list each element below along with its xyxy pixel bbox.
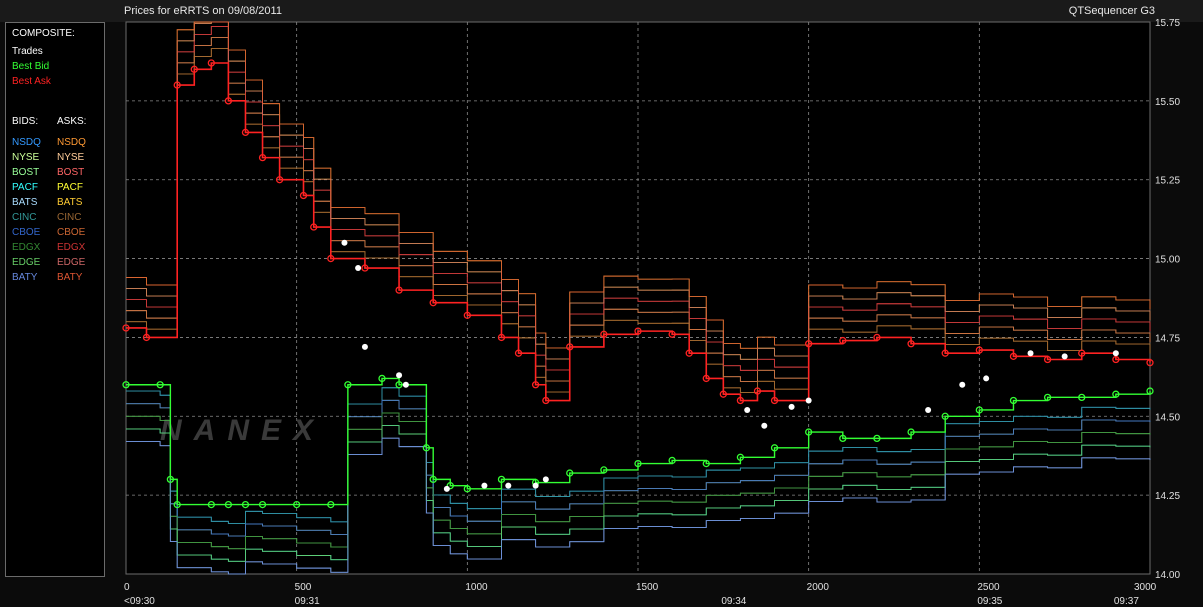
y-tick-label: 15.50	[1155, 97, 1180, 108]
trade-point	[1027, 350, 1034, 357]
trade-point	[532, 482, 539, 489]
trade-point	[341, 239, 348, 246]
trade-point	[761, 422, 768, 429]
trade-point	[959, 381, 966, 388]
trade-point	[542, 476, 549, 483]
x-tick-label: 500	[295, 582, 312, 593]
trade-point	[925, 406, 932, 413]
trade-point	[744, 406, 751, 413]
y-tick-label: 14.00	[1155, 570, 1180, 581]
trade-point	[402, 381, 409, 388]
trade-point	[505, 482, 512, 489]
trade-point	[355, 265, 362, 272]
y-axis: 14.00 14.25 14.50 14.75 15.00 15.25 15.50 15.75	[1155, 18, 1180, 581]
trade-point	[443, 485, 450, 492]
time-label: 09:37	[1114, 596, 1139, 607]
y-tick-label: 14.75	[1155, 333, 1180, 344]
time-label: 09:34	[721, 596, 746, 607]
y-tick-label: 14.25	[1155, 491, 1180, 502]
y-tick-label: 15.75	[1155, 18, 1180, 29]
x-tick-label: 3000	[1134, 582, 1157, 593]
y-tick-label: 14.50	[1155, 412, 1180, 423]
x-tick-label: 0	[124, 582, 130, 593]
y-tick-label: 15.00	[1155, 255, 1180, 266]
watermark: NANEX	[160, 414, 325, 447]
trade-point	[1061, 353, 1068, 360]
trade-point	[481, 482, 488, 489]
x-tick-label: 1000	[465, 582, 488, 593]
price-chart: NANEX 14.00 14.25 14.50 14.75 15.00 15.25 15.5…	[122, 18, 1180, 607]
time-label: 09:31	[295, 596, 320, 607]
x-tick-label: 2500	[977, 582, 1000, 593]
trade-point	[1112, 350, 1119, 357]
time-label: <09:30	[124, 596, 155, 607]
trade-point	[983, 375, 990, 382]
x-tick-label: 2000	[807, 582, 830, 593]
x-axis: 0 500 1000 1500 2000 2500 3000 <09:30 09:31 09:34…	[124, 582, 1157, 607]
trade-point	[805, 397, 812, 404]
x-tick-label: 1500	[636, 582, 659, 593]
time-label: 09:35	[977, 596, 1002, 607]
y-tick-label: 15.25	[1155, 176, 1180, 187]
trade-point	[361, 343, 368, 350]
trade-point	[396, 372, 403, 379]
trade-point	[788, 403, 795, 410]
